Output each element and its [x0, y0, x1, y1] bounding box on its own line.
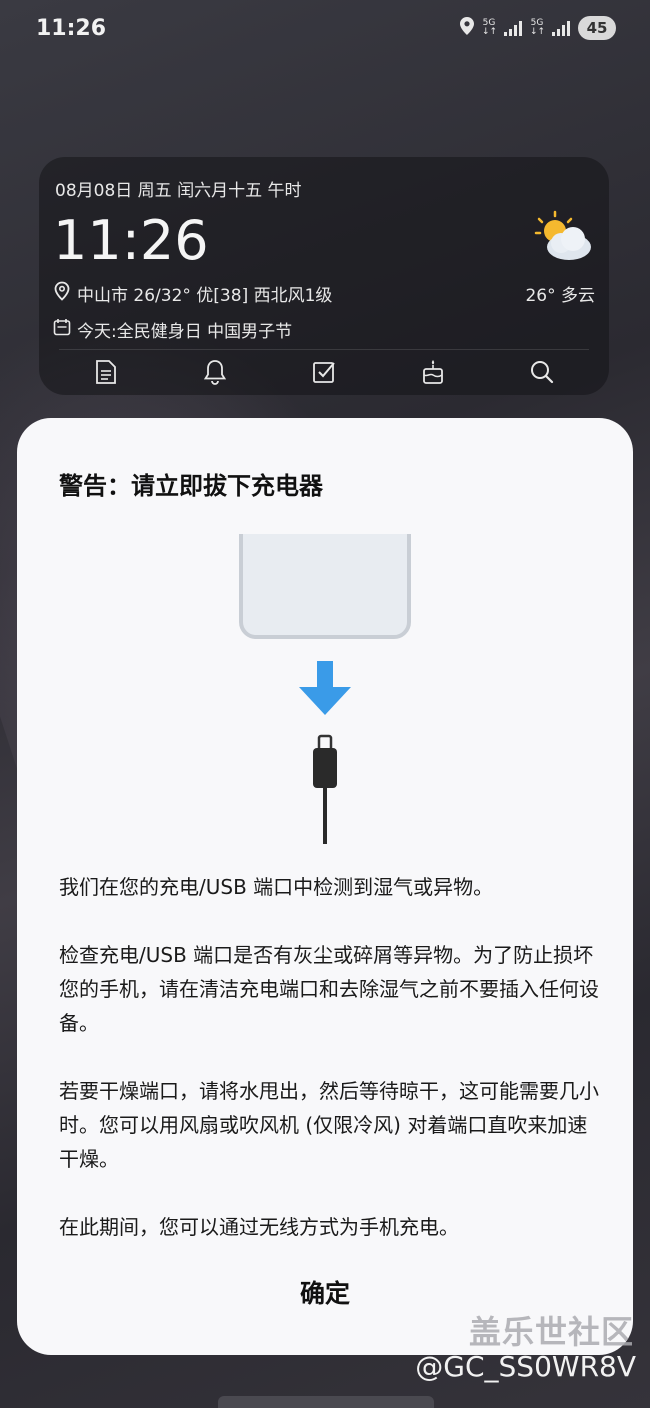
home-gesture-bar[interactable] — [218, 1396, 434, 1408]
signal-icon-2 — [552, 20, 570, 36]
calendar-icon — [53, 318, 71, 341]
moisture-warning-dialog: 警告：请立即拔下充电器 我们在您的充电/USB 端口中检测到湿气或异物。 检查充… — [17, 418, 633, 1355]
signal-icon-1 — [504, 20, 522, 36]
search-icon[interactable] — [526, 357, 558, 387]
usb-cable-icon — [313, 734, 337, 844]
unplug-illustration — [17, 534, 633, 854]
widget-holiday-row: 今天:全民健身日 中国男子节 — [53, 317, 292, 342]
bell-icon[interactable] — [199, 357, 231, 387]
location-pin-icon — [53, 281, 71, 306]
down-arrow-icon — [299, 661, 351, 715]
note-icon[interactable] — [90, 357, 122, 387]
dialog-body: 我们在您的充电/USB 端口中检测到湿气或异物。 检查充电/USB 端口是否有灰… — [59, 870, 599, 1278]
watermark-brand: 盖乐世社区 — [468, 1313, 634, 1351]
body-paragraph-1: 我们在您的充电/USB 端口中检测到湿气或异物。 — [59, 875, 494, 899]
widget-toolbar — [51, 357, 597, 387]
widget-location-text: 中山市 26/32° 优[38] 西北风1级 — [77, 286, 333, 306]
watermark-user: @GC_SS0WR8V — [415, 1350, 636, 1383]
network-type-2: 5G ↓↑ — [530, 18, 546, 37]
status-bar: 11:26 5G ↓↑ 5G ↓↑ 45 — [0, 0, 650, 60]
clock-weather-widget[interactable]: 08月08日 周五 闰六月十五 午时 11:26 中山市 26/32° 优[38… — [39, 157, 609, 395]
status-time: 11:26 — [36, 16, 107, 41]
partly-cloudy-icon — [531, 209, 595, 265]
body-paragraph-3: 若要干燥端口，请将水甩出，然后等待晾干，这可能需要几小时。您可以用风扇或吹风机 … — [59, 1079, 599, 1171]
network-type-1: 5G ↓↑ — [482, 18, 498, 37]
widget-divider — [59, 349, 589, 350]
confirm-button[interactable]: 确定 — [17, 1274, 633, 1310]
status-icons: 5G ↓↑ 5G ↓↑ 45 — [460, 16, 616, 40]
battery-indicator: 45 — [578, 16, 616, 40]
body-paragraph-2: 检查充电/USB 端口是否有灰尘或碎屑等异物。为了防止损坏您的手机，请在清洁充电… — [59, 943, 599, 1035]
widget-date: 08月08日 周五 闰六月十五 午时 — [55, 181, 302, 201]
dialog-title: 警告：请立即拔下充电器 — [59, 472, 323, 500]
phone-illustration — [239, 534, 411, 639]
widget-holiday-text: 今天:全民健身日 中国男子节 — [77, 322, 293, 342]
location-icon — [460, 17, 474, 39]
widget-time: 11:26 — [53, 209, 209, 272]
widget-weather-text: 26° 多云 — [525, 286, 595, 306]
widget-location-row: 中山市 26/32° 优[38] 西北风1级 — [53, 281, 332, 306]
checkbox-icon[interactable] — [308, 357, 340, 387]
cake-icon[interactable] — [417, 357, 449, 387]
body-paragraph-4: 在此期间，您可以通过无线方式为手机充电。 — [59, 1215, 459, 1239]
